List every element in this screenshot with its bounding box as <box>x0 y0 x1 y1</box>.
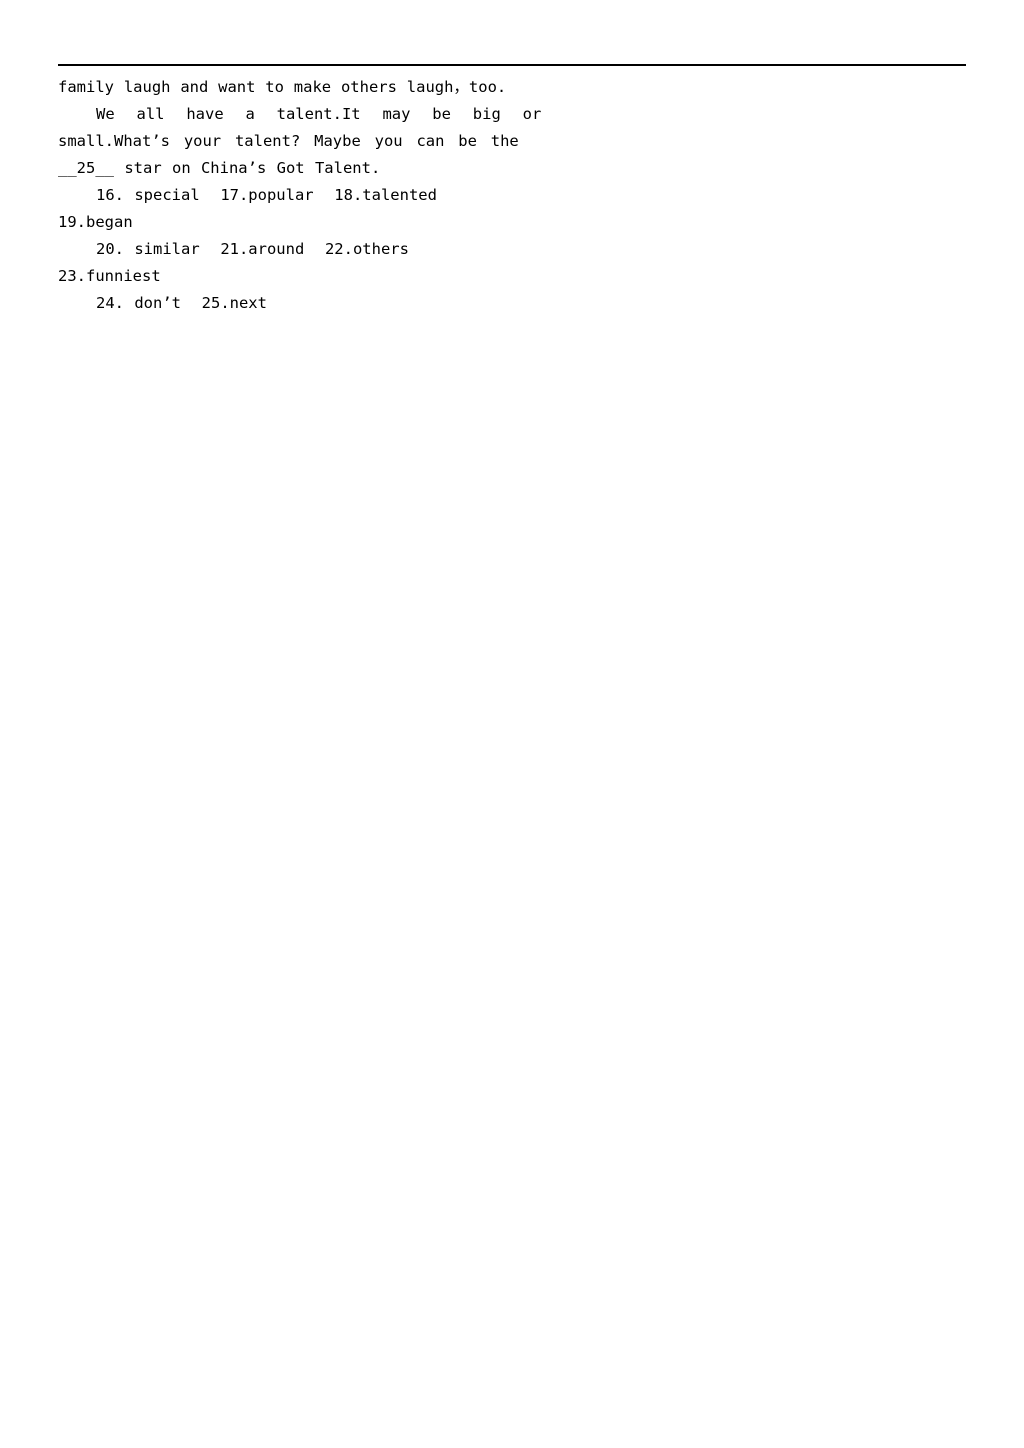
answer-line-16-18: 16. special 17.popular 18.talented <box>96 186 437 204</box>
document-body: family laugh and want to make others lau… <box>58 74 966 317</box>
header-divider-rule <box>58 64 966 66</box>
answer-line-20-22: 20. similar 21.around 22.others <box>96 240 409 258</box>
passage-line-4: __25__ star on China’s Got Talent. <box>58 159 381 177</box>
answer-line-19: 19.began <box>58 213 133 231</box>
passage-line-3: small.What’s your talent? Maybe you can … <box>58 132 519 150</box>
answer-line-23: 23.funniest <box>58 267 161 285</box>
passage-line-2: We all have a talent.It may be big or <box>96 105 542 123</box>
document-page: family laugh and want to make others lau… <box>0 0 1024 1448</box>
passage-line-1: family laugh and want to make others lau… <box>58 78 507 96</box>
answer-line-24-25: 24. don’t 25.next <box>96 294 267 312</box>
